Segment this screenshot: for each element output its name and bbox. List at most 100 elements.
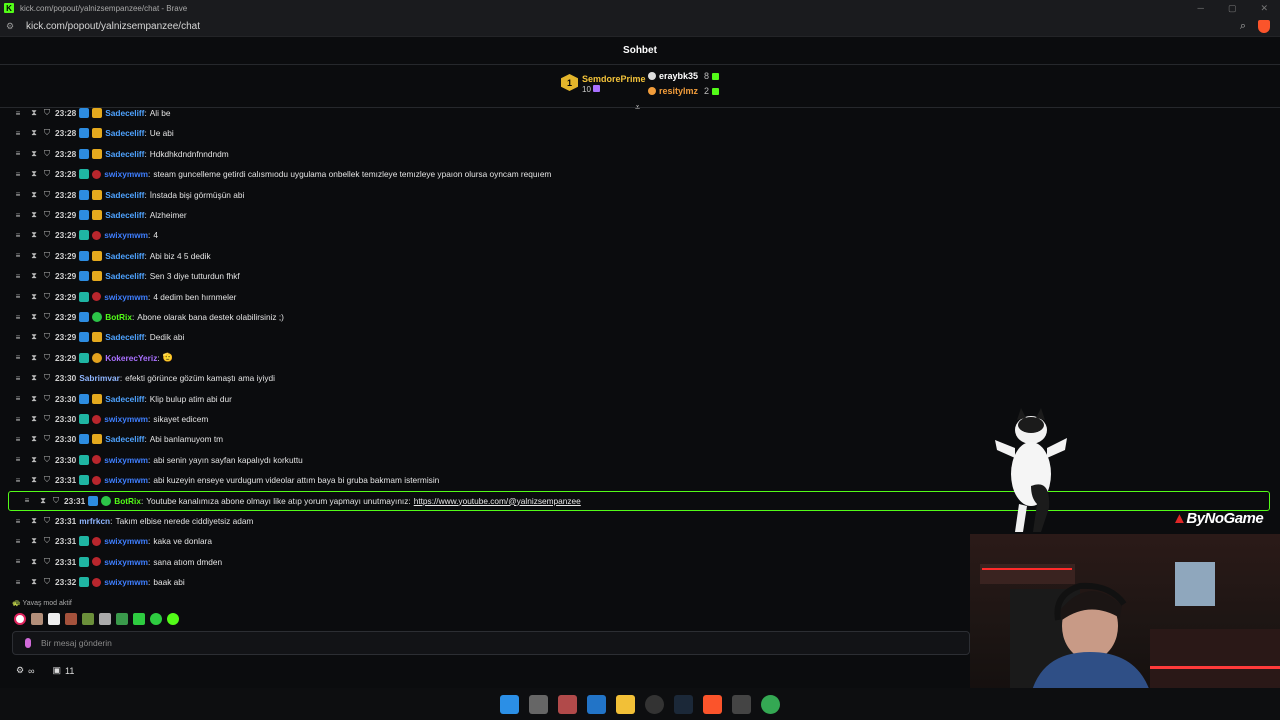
ban-icon[interactable]: ⛉: [43, 251, 51, 261]
app-icon[interactable]: [558, 694, 577, 714]
ban-icon[interactable]: ⛉: [43, 210, 51, 220]
brave-icon[interactable]: [703, 694, 722, 714]
chat-message[interactable]: ≡ ⧗ ⛉ 23:30 swixymwm: abi senin yayın sayfan …: [0, 450, 1280, 470]
timeout-icon[interactable]: ⧗: [30, 434, 38, 444]
message-username[interactable]: Sadeceliff: [105, 149, 144, 159]
chat-message-input[interactable]: [41, 638, 941, 648]
pin-icon[interactable]: ≡: [14, 415, 22, 424]
ban-icon[interactable]: ⛉: [52, 496, 60, 506]
maximize-icon[interactable]: ▢: [1228, 3, 1237, 14]
message-username[interactable]: swixymwm: [104, 230, 148, 240]
zoom-icon[interactable]: ⌕: [1240, 20, 1246, 33]
timeout-icon[interactable]: ⧗: [30, 414, 38, 424]
minimize-icon[interactable]: ─: [1198, 3, 1204, 14]
message-username[interactable]: KokerecYeriz: [105, 353, 157, 363]
emote-icon[interactable]: [167, 613, 179, 625]
task-view-icon[interactable]: [529, 694, 548, 714]
timeout-icon[interactable]: ⧗: [39, 496, 47, 506]
pin-icon[interactable]: ≡: [14, 394, 22, 403]
chat-message[interactable]: ≡ ⧗ ⛉ 23:28 Sadeceliff: Ue abi: [0, 123, 1280, 143]
pin-icon[interactable]: ≡: [14, 557, 22, 566]
timeout-icon[interactable]: ⧗: [30, 169, 38, 179]
message-username[interactable]: Sadeceliff: [105, 394, 144, 404]
emote-icon[interactable]: [116, 613, 128, 625]
pin-icon[interactable]: ≡: [14, 292, 22, 301]
message-username[interactable]: swixymwm: [104, 536, 148, 546]
timeout-icon[interactable]: ⧗: [30, 455, 38, 465]
chat-message[interactable]: ≡ ⧗ ⛉ 23:29 BotRix: Abone olarak bana destek …: [0, 307, 1280, 327]
pin-icon[interactable]: ≡: [14, 170, 22, 179]
timeout-icon[interactable]: ⧗: [30, 332, 38, 342]
message-username[interactable]: Sadeceliff: [105, 210, 144, 220]
ban-icon[interactable]: ⛉: [43, 536, 51, 546]
ban-icon[interactable]: ⛉: [43, 149, 51, 159]
ban-icon[interactable]: ⛉: [43, 557, 51, 567]
pin-icon[interactable]: ≡: [14, 455, 22, 464]
chat-message[interactable]: ≡ ⧗ ⛉ 23:29 swixymwm:4 dedim ben hırnmeler: [0, 287, 1280, 307]
emote-icon[interactable]: [65, 613, 77, 625]
chat-message[interactable]: ≡ ⧗ ⛉ 23:28 Sadeceliff: İnstada bişi görmüşün…: [0, 185, 1280, 205]
message-username[interactable]: BotRix: [114, 496, 141, 506]
message-username[interactable]: Sadeceliff: [105, 434, 144, 444]
message-username[interactable]: Sadeceliff: [105, 251, 144, 261]
chat-message[interactable]: ≡ ⧗ ⛉ 23:29 Sadeceliff: Sen 3 diye tutturdun …: [0, 266, 1280, 286]
brave-shield-icon[interactable]: [1258, 19, 1270, 33]
timeout-icon[interactable]: ⧗: [30, 292, 38, 302]
app-icon[interactable]: [587, 694, 606, 714]
ban-icon[interactable]: ⛉: [43, 373, 51, 383]
message-username[interactable]: swixymwm: [104, 414, 148, 424]
timeout-icon[interactable]: ⧗: [30, 210, 38, 220]
chat-message[interactable]: ≡ ⧗ ⛉ 23:29 KokerecYeriz: 🫡: [0, 348, 1280, 368]
pin-icon[interactable]: ≡: [14, 517, 22, 526]
message-username[interactable]: Sadeceliff: [105, 271, 144, 281]
chat-message[interactable]: ≡ ⧗ ⛉ 23:30 Sadeceliff: Klip bulup atim abi d…: [0, 389, 1280, 409]
chat-message[interactable]: ≡ ⧗ ⛉ 23:28 Sadeceliff: Hdkdhkdndnfnndndm: [0, 144, 1280, 164]
ban-icon[interactable]: ⛉: [43, 108, 51, 118]
timeout-icon[interactable]: ⧗: [30, 230, 38, 240]
app-icon[interactable]: [732, 694, 751, 714]
pin-icon[interactable]: ≡: [14, 313, 22, 322]
pin-icon[interactable]: ≡: [14, 537, 22, 546]
message-username[interactable]: Sadeceliff: [105, 128, 144, 138]
chat-message[interactable]: ≡ ⧗ ⛉ 23:31 swixymwm: abi kuzeyin enseye vurd…: [0, 470, 1280, 490]
ban-icon[interactable]: ⛉: [43, 190, 51, 200]
chat-message[interactable]: ≡ ⧗ ⛉ 23:31 BotRix: Youtube kanalımıza abone …: [8, 490, 1270, 511]
chat-message[interactable]: ≡ ⧗ ⛉ 23:30 Sabrimvar: efekti görünce gözüm k…: [0, 368, 1280, 388]
message-username[interactable]: Sadeceliff: [105, 190, 144, 200]
ban-icon[interactable]: ⛉: [43, 475, 51, 485]
infinity-label[interactable]: ∞: [28, 666, 34, 676]
leaderboard-third[interactable]: resitylmz 2: [648, 86, 720, 96]
pin-icon[interactable]: ≡: [14, 251, 22, 260]
ban-icon[interactable]: ⛉: [43, 434, 51, 444]
emote-icon[interactable]: [99, 613, 111, 625]
ban-icon[interactable]: ⛉: [43, 577, 51, 587]
microphone-icon[interactable]: [25, 638, 31, 648]
message-username[interactable]: swixymwm: [104, 577, 148, 587]
ban-icon[interactable]: ⛉: [43, 292, 51, 302]
pin-icon[interactable]: ≡: [14, 476, 22, 485]
windows-start-icon[interactable]: [500, 694, 519, 714]
chat-message[interactable]: ≡ ⧗ ⛉ 23:30 swixymwm: sikayet edicem: [0, 409, 1280, 429]
chat-message-list[interactable]: ≡ ⧗ ⛉ 23:28 Sadeceliff: Ali be ≡ ⧗ ⛉ 23:28 Sadecel…: [0, 108, 1280, 594]
ban-icon[interactable]: ⛉: [43, 128, 51, 138]
timeout-icon[interactable]: ⧗: [30, 577, 38, 587]
chat-message[interactable]: ≡ ⧗ ⛉ 23:28 swixymwm: steam guncelleme getird…: [0, 164, 1280, 184]
timeout-icon[interactable]: ⧗: [30, 271, 38, 281]
chat-message[interactable]: ≡ ⧗ ⛉ 23:29 Sadeceliff: Abi biz 4 5 dedik: [0, 246, 1280, 266]
timeout-icon[interactable]: ⧗: [30, 516, 38, 526]
timeout-icon[interactable]: ⧗: [30, 557, 38, 567]
obs-icon[interactable]: [645, 694, 664, 714]
emote-icon[interactable]: [82, 613, 94, 625]
message-username[interactable]: mrfrkcn: [79, 516, 110, 526]
ban-icon[interactable]: ⛉: [43, 516, 51, 526]
timeout-icon[interactable]: ⧗: [30, 149, 38, 159]
chat-message[interactable]: ≡ ⧗ ⛉ 23:31 mrfrkcn: Takım elbise nerede cidd…: [0, 511, 1280, 531]
emote-icon[interactable]: [31, 613, 43, 625]
timeout-icon[interactable]: ⧗: [30, 108, 38, 118]
pin-icon[interactable]: ≡: [14, 578, 22, 587]
timeout-icon[interactable]: ⧗: [30, 312, 38, 322]
timeout-icon[interactable]: ⧗: [30, 536, 38, 546]
pin-icon[interactable]: ≡: [14, 353, 22, 362]
ban-icon[interactable]: ⛉: [43, 312, 51, 322]
message-username[interactable]: swixymwm: [104, 475, 148, 485]
